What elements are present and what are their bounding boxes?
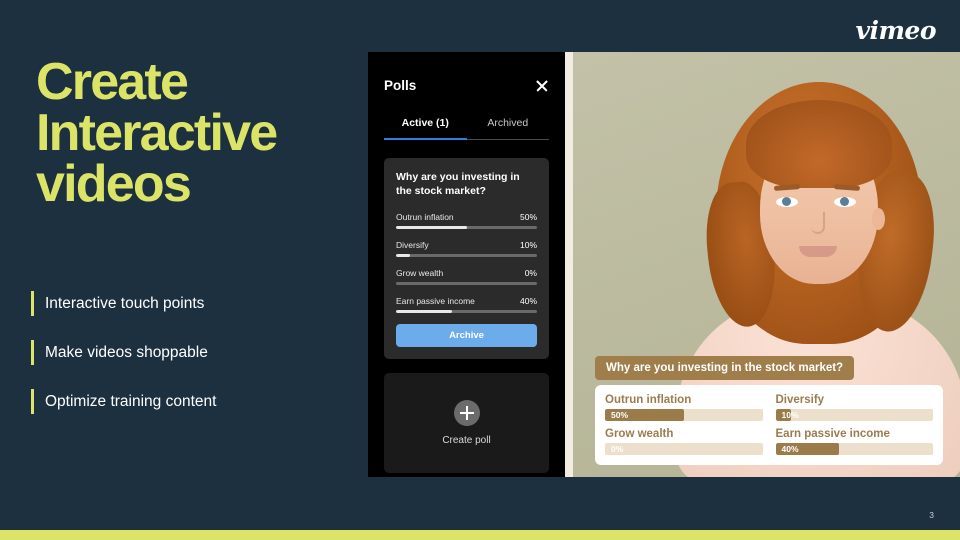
poll-option-fill — [396, 225, 467, 229]
poll-option-track — [396, 225, 537, 229]
tab-active[interactable]: Active (1) — [384, 117, 467, 140]
overlay-option-name: Grow wealth — [605, 428, 674, 440]
poll-option: Diversify 10% — [396, 240, 537, 257]
headline-line-2: Interactive — [36, 103, 278, 162]
list-item: Make videos shoppable — [31, 340, 351, 365]
page-number: 3 — [929, 510, 934, 520]
bullet-marker — [31, 389, 34, 414]
poll-option-fill — [396, 253, 411, 257]
poll-option-percent: 10% — [519, 239, 537, 250]
bullet-label: Make videos shoppable — [45, 343, 208, 361]
headline-line-3: videos — [36, 154, 192, 213]
overlay-poll-option[interactable]: Outrun inflation 50% — [605, 394, 763, 421]
bullet-list: Interactive touch points Make videos sho… — [31, 291, 351, 438]
plus-icon — [453, 399, 480, 426]
bullet-label: Interactive touch points — [45, 294, 205, 312]
poll-question: Why are you investing in the stock marke… — [396, 171, 520, 197]
bullet-marker — [31, 291, 34, 316]
polls-header: Polls — [384, 78, 549, 93]
vimeo-logo: vimeo — [855, 16, 936, 45]
footer-accent-bar — [0, 530, 960, 540]
bullet-marker — [31, 340, 34, 365]
poll-option-name: Earn passive income — [396, 295, 475, 306]
overlay-option-percent: 0% — [611, 444, 624, 454]
polls-panel-title: Polls — [384, 78, 417, 93]
poll-option-percent: 40% — [519, 295, 537, 306]
overlay-option-name: Earn passive income — [775, 428, 890, 440]
overlay-poll-option[interactable]: Grow wealth 0% — [605, 428, 763, 455]
overlay-poll-question: Why are you investing in the stock marke… — [595, 356, 855, 380]
overlay-poll-option[interactable]: Diversify 10% — [775, 394, 933, 421]
headline-line-1: Create — [36, 53, 189, 111]
poll-option: Earn passive income 40% — [396, 296, 537, 313]
poll-option: Outrun inflation 50% — [396, 212, 537, 229]
poll-option-name: Outrun inflation — [396, 211, 454, 222]
overlay-poll-option[interactable]: Earn passive income 40% — [775, 428, 933, 455]
polls-tabs: Active (1) Archived — [384, 117, 549, 140]
poll-option: Grow wealth 0% — [396, 268, 537, 285]
overlay-option-track: 10% — [775, 409, 933, 421]
overlay-option-track: 40% — [775, 443, 933, 455]
slide-canvas: vimeo Create Interactive videos Interact… — [0, 0, 960, 540]
overlay-option-name: Outrun inflation — [605, 394, 692, 406]
poll-option-percent: 50% — [519, 211, 537, 222]
page-title: Create Interactive videos — [36, 53, 396, 213]
overlay-option-percent: 50% — [611, 410, 629, 420]
poll-option-name: Grow wealth — [396, 267, 444, 278]
video-poll-overlay: Why are you investing in the stock marke… — [595, 356, 943, 465]
create-poll-label: Create poll — [442, 434, 491, 446]
overlay-option-percent: 40% — [781, 444, 799, 454]
list-item: Optimize training content — [31, 389, 351, 414]
close-icon[interactable] — [535, 79, 549, 93]
product-screenshot: Polls Active (1) Archived Why are you in… — [368, 52, 960, 477]
polls-panel: Polls Active (1) Archived Why are you in… — [368, 52, 565, 477]
overlay-option-name: Diversify — [775, 394, 825, 406]
poll-option-name: Diversify — [396, 239, 429, 250]
overlay-option-track: 50% — [605, 409, 763, 421]
video-player[interactable]: Why are you investing in the stock marke… — [573, 52, 960, 477]
poll-option-track — [396, 281, 537, 285]
poll-option-fill — [396, 309, 453, 313]
archive-button[interactable]: Archive — [396, 323, 537, 347]
poll-option-track — [396, 253, 537, 257]
bullet-label: Optimize training content — [45, 392, 217, 410]
overlay-option-track: 0% — [605, 443, 763, 455]
poll-option-percent: 0% — [524, 267, 537, 278]
poll-option-track — [396, 309, 537, 313]
create-poll-button[interactable]: Create poll — [384, 372, 549, 473]
tab-archived[interactable]: Archived — [466, 117, 549, 140]
overlay-poll-card: Outrun inflation 50% Diversify 10% Grow … — [595, 385, 943, 465]
list-item: Interactive touch points — [31, 291, 351, 316]
panel-divider — [565, 52, 573, 477]
poll-result-card: Why are you investing in the stock marke… — [384, 158, 549, 359]
overlay-option-percent: 10% — [781, 410, 799, 420]
